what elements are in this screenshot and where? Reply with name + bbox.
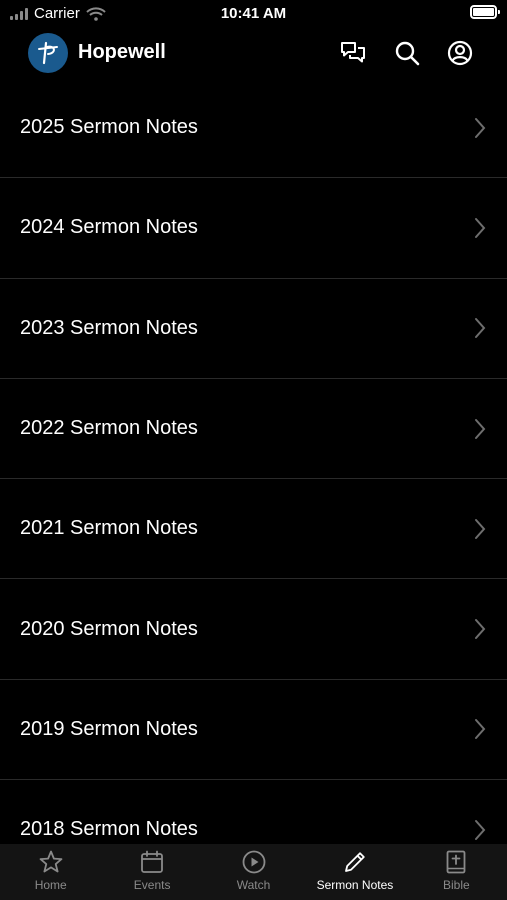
list-item-label: 2022 Sermon Notes <box>20 417 198 440</box>
status-bar: Carrier 10:41 AM <box>0 0 507 28</box>
chevron-right-icon <box>475 719 486 740</box>
tab-watch[interactable]: Watch <box>203 844 304 900</box>
list-item-label: 2018 Sermon Notes <box>20 818 198 841</box>
chevron-right-icon <box>475 418 486 439</box>
app-title: Hopewell <box>78 41 166 63</box>
list-item[interactable]: 2024 Sermon Notes <box>0 178 507 279</box>
chevron-right-icon <box>475 117 486 138</box>
list-item-label: 2020 Sermon Notes <box>20 617 198 640</box>
status-time: 10:41 AM <box>220 5 287 22</box>
list-item[interactable]: 2021 Sermon Notes <box>0 479 507 580</box>
tab-home[interactable]: Home <box>0 844 101 900</box>
sermon-notes-list: 2025 Sermon Notes 2024 Sermon Notes 2023… <box>0 78 507 844</box>
list-item[interactable]: 2020 Sermon Notes <box>0 579 507 680</box>
chevron-right-icon <box>475 619 486 640</box>
bible-icon <box>446 850 466 874</box>
tab-events[interactable]: Events <box>101 844 202 900</box>
tab-label: Events <box>133 878 171 892</box>
tab-label: Home <box>34 878 67 892</box>
star-icon <box>39 850 63 873</box>
list-item[interactable]: 2022 Sermon Notes <box>0 379 507 480</box>
tab-bible[interactable]: Bible <box>406 844 507 900</box>
chevron-right-icon <box>475 819 486 840</box>
tab-sermon-notes[interactable]: Sermon Notes <box>304 844 405 900</box>
play-circle-icon <box>242 850 265 874</box>
list-item[interactable]: 2025 Sermon Notes <box>0 78 507 179</box>
chevron-right-icon <box>475 217 486 238</box>
church-logo-icon[interactable] <box>28 33 68 73</box>
calendar-icon <box>141 850 164 873</box>
profile-button[interactable] <box>445 38 475 68</box>
tab-label: Bible <box>442 878 470 892</box>
search-icon <box>395 41 420 66</box>
list-item[interactable]: 2018 Sermon Notes <box>0 780 507 844</box>
list-item-label: 2025 Sermon Notes <box>20 116 198 139</box>
tab-label: Sermon Notes <box>316 878 394 892</box>
app-header: Hopewell <box>0 28 507 78</box>
list-item-label: 2024 Sermon Notes <box>20 216 198 239</box>
tab-bar: Home Events Watch Sermon Notes Bible <box>0 844 507 900</box>
battery-icon <box>470 5 500 19</box>
pencil-icon <box>345 852 365 872</box>
messages-icon <box>341 42 365 63</box>
list-item-label: 2023 Sermon Notes <box>20 316 198 339</box>
list-item-label: 2019 Sermon Notes <box>20 717 198 740</box>
tab-label: Watch <box>236 878 271 892</box>
messages-button[interactable] <box>338 38 368 68</box>
chevron-right-icon <box>475 318 486 339</box>
chevron-right-icon <box>475 518 486 539</box>
search-button[interactable] <box>392 38 422 68</box>
list-item[interactable]: 2019 Sermon Notes <box>0 680 507 781</box>
list-item-label: 2021 Sermon Notes <box>20 517 198 540</box>
list-item[interactable]: 2023 Sermon Notes <box>0 279 507 379</box>
profile-icon <box>447 40 473 66</box>
